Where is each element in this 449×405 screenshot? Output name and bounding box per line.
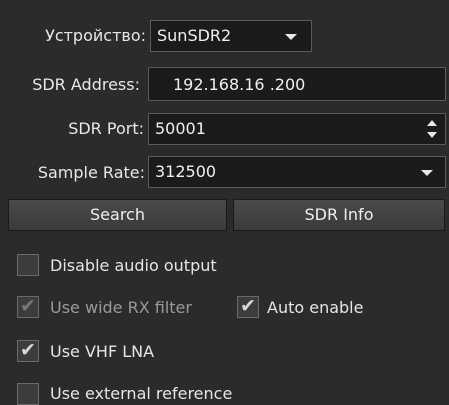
device-select[interactable]: SunSDR2 (150, 20, 312, 52)
auto-enable-label: Auto enable (267, 298, 364, 317)
device-label: Устройство: (45, 26, 146, 45)
disable-audio-label: Disable audio output (50, 256, 217, 275)
chevron-down-icon (285, 34, 297, 40)
sample-rate-value: 312500 (155, 162, 217, 181)
search-button[interactable]: Search (8, 199, 227, 231)
address-value: 192.168.16 .200 (173, 75, 306, 94)
port-spinbox[interactable]: 50001 (148, 113, 446, 145)
checkmark-icon: ✔ (240, 295, 256, 317)
port-value: 50001 (155, 119, 206, 138)
checkmark-icon: ✔ (20, 339, 36, 361)
chevron-down-icon (421, 170, 433, 176)
external-ref-checkbox[interactable] (17, 383, 39, 405)
sdr-info-button[interactable]: SDR Info (233, 199, 445, 231)
spin-down-icon[interactable] (427, 132, 437, 138)
sample-rate-label: Sample Rate: (37, 163, 145, 182)
port-label: SDR Port: (68, 119, 144, 138)
address-label: SDR Address: (32, 75, 140, 94)
address-input[interactable]: 192.168.16 .200 (148, 67, 446, 101)
spin-up-icon[interactable] (427, 120, 437, 126)
disable-audio-checkbox[interactable] (17, 254, 39, 276)
wide-rx-checkbox[interactable]: ✔ (17, 295, 39, 318)
device-select-value: SunSDR2 (157, 26, 232, 45)
wide-rx-label: Use wide RX filter (50, 298, 192, 317)
auto-enable-checkbox[interactable]: ✔ (237, 295, 259, 318)
sample-rate-select[interactable]: 312500 (148, 156, 446, 188)
checkmark-icon: ✔ (20, 295, 36, 317)
vhf-lna-label: Use VHF LNA (50, 342, 155, 361)
external-ref-label: Use external reference (50, 384, 233, 403)
vhf-lna-checkbox[interactable]: ✔ (17, 339, 39, 362)
